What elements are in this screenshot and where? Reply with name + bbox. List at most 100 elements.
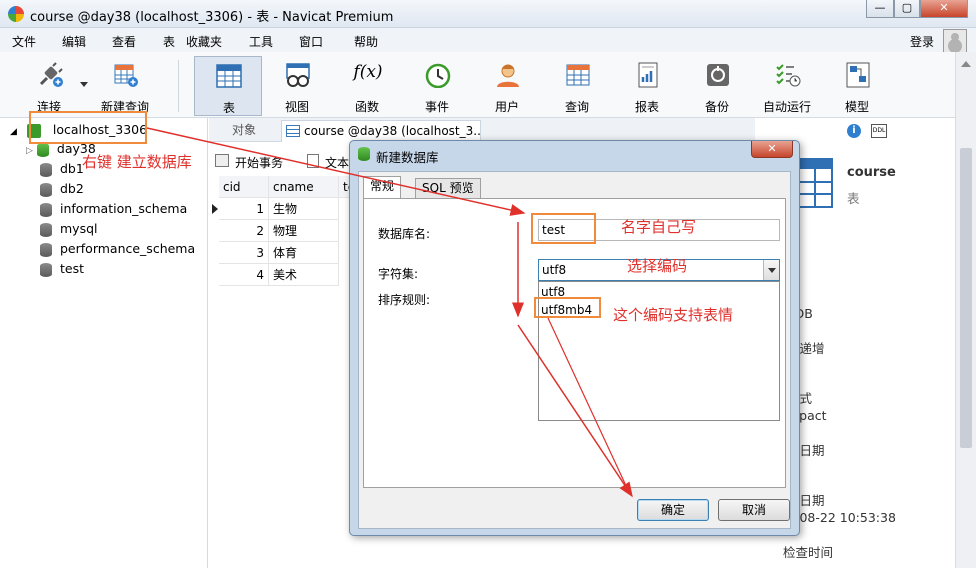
tree-db-db2[interactable]: db2 [40, 179, 84, 199]
database-icon [40, 202, 52, 217]
tree-db-information-schema[interactable]: information_schema [40, 199, 187, 219]
backup-button[interactable]: 备份 [686, 56, 748, 116]
new-query-button[interactable]: 新建查询 [94, 56, 156, 116]
report-icon [638, 62, 658, 88]
table-cell[interactable]: 1 [219, 198, 269, 220]
event-button[interactable]: 事件 [406, 56, 468, 116]
table-cell[interactable]: 体育 [269, 242, 339, 264]
database-icon [40, 262, 52, 277]
backup-label: 备份 [704, 100, 729, 114]
ddl-icon[interactable]: DDL [871, 124, 887, 138]
transaction-icon [215, 154, 229, 167]
scroll-up-icon[interactable] [961, 56, 971, 67]
tree-db-label: information_schema [60, 201, 188, 216]
scrollbar-thumb[interactable] [960, 148, 972, 448]
new-query-icon [114, 64, 138, 87]
menu-tools[interactable]: 工具 [249, 33, 273, 50]
table-cell[interactable]: 2 [219, 220, 269, 242]
table-cell[interactable]: 3 [219, 242, 269, 264]
table-button[interactable]: 表 [194, 56, 262, 116]
title-bar: course @day38 (localhost_3306) - 表 - Nav… [0, 0, 976, 28]
tree-db-label: test [60, 261, 85, 276]
dialog-close-button[interactable]: ✕ [751, 141, 793, 158]
collation-label: 排序规则: [378, 293, 431, 307]
scrollbar[interactable] [955, 52, 976, 568]
annotation-box-connection [29, 111, 147, 144]
login-link[interactable]: 登录 [910, 33, 934, 50]
minimize-button[interactable]: — [866, 0, 894, 18]
table-cell[interactable]: 生物 [269, 198, 339, 220]
maximize-button[interactable]: ▢ [894, 0, 920, 18]
table-cell[interactable]: 美术 [269, 264, 339, 286]
ok-button[interactable]: 确定 [637, 499, 709, 521]
view-button[interactable]: 视图 [266, 56, 328, 116]
menu-file[interactable]: 文件 [12, 33, 36, 50]
text-button[interactable]: 文本 [325, 154, 349, 171]
toolbar: 连接 新建查询 表 视图 f(x) 函数 事件 用户 查询 报表 备份 自动运行 [0, 52, 966, 118]
tab-course-table[interactable]: course @day38 (localhost_3... [281, 120, 481, 142]
close-button[interactable]: ✕ [920, 0, 968, 18]
chevron-down-icon[interactable] [763, 260, 779, 280]
annotation-name-yourself: 名字自己写 [621, 218, 697, 236]
table-icon [216, 64, 242, 88]
collapse-icon[interactable]: ◢ [10, 127, 17, 137]
function-label: 函数 [354, 100, 379, 114]
model-button[interactable]: 模型 [826, 56, 888, 116]
user-button[interactable]: 用户 [476, 56, 538, 116]
tab-bar: 对象 course @day38 (localhost_3... [209, 118, 755, 142]
table-cell[interactable]: 物理 [269, 220, 339, 242]
user-label: 用户 [494, 100, 519, 114]
menu-help[interactable]: 帮助 [354, 33, 378, 50]
tree-db-label: mysql [60, 221, 98, 236]
expand-icon[interactable]: ▷ [26, 146, 33, 156]
user-icon [497, 64, 519, 87]
tree-db-label: performance_schema [60, 241, 196, 256]
function-icon: f(x) [353, 62, 383, 82]
avatar[interactable] [943, 29, 967, 53]
annotation-box-utf8mb4 [534, 297, 601, 318]
menu-favorites[interactable]: 收藏夹 [186, 33, 222, 50]
view-icon [286, 63, 310, 87]
menu-table[interactable]: 表 [163, 33, 175, 50]
event-label: 事件 [424, 100, 449, 114]
report-label: 报表 [634, 100, 659, 114]
tree-db-test[interactable]: test [40, 259, 84, 279]
checklist-icon [776, 64, 801, 87]
automation-label: 自动运行 [762, 100, 811, 114]
tree-db-performance-schema[interactable]: performance_schema [40, 239, 195, 259]
annotation-emoji-support: 这个编码支持表情 [613, 306, 734, 324]
tree-db-label: db2 [60, 181, 84, 196]
model-label: 模型 [844, 100, 869, 114]
clock-icon [425, 63, 451, 88]
begin-transaction-button[interactable]: 开始事务 [235, 154, 283, 171]
menu-window[interactable]: 窗口 [299, 33, 323, 50]
info-icon[interactable]: i [847, 124, 861, 138]
window-title: course @day38 (localhost_3306) - 表 - Nav… [30, 10, 394, 25]
automation-button[interactable]: 自动运行 [756, 56, 818, 116]
charset-label: 字符集: [378, 267, 419, 281]
annotation-choose-encoding: 选择编码 [627, 257, 688, 275]
query-button[interactable]: 查询 [546, 56, 608, 116]
column-header-cid[interactable]: cid [219, 176, 269, 198]
dialog-title: 新建数据库 [376, 150, 439, 165]
tree-db-db1[interactable]: db1 [40, 159, 84, 179]
cancel-button[interactable]: 取消 [718, 499, 790, 521]
tree-db-mysql[interactable]: mysql [40, 219, 98, 239]
menu-edit[interactable]: 编辑 [62, 33, 86, 50]
table-cell[interactable]: 4 [219, 264, 269, 286]
tab-objects[interactable]: 对象 [209, 118, 279, 142]
tab-sql-preview[interactable]: SQL 预览 [415, 178, 481, 198]
report-button[interactable]: 报表 [616, 56, 678, 116]
database-icon [40, 242, 52, 257]
new-database-dialog: 新建数据库 ✕ 常规 SQL 预览 数据库名: test 字符集: utf8 排… [349, 140, 800, 536]
toolbar-divider [178, 60, 179, 112]
chevron-down-icon[interactable] [80, 82, 88, 91]
menu-view[interactable]: 查看 [112, 33, 136, 50]
connect-button[interactable]: 连接 [18, 56, 80, 116]
column-header-cname[interactable]: cname [269, 176, 339, 198]
tab-general[interactable]: 常规 [363, 176, 402, 198]
table-large-icon [797, 158, 833, 208]
connection-tree: ◢ localhost_3306 ▷ day38 db1 db2 informat… [0, 118, 208, 568]
db-name-label: 数据库名: [378, 227, 431, 241]
function-button[interactable]: f(x) 函数 [336, 56, 398, 116]
